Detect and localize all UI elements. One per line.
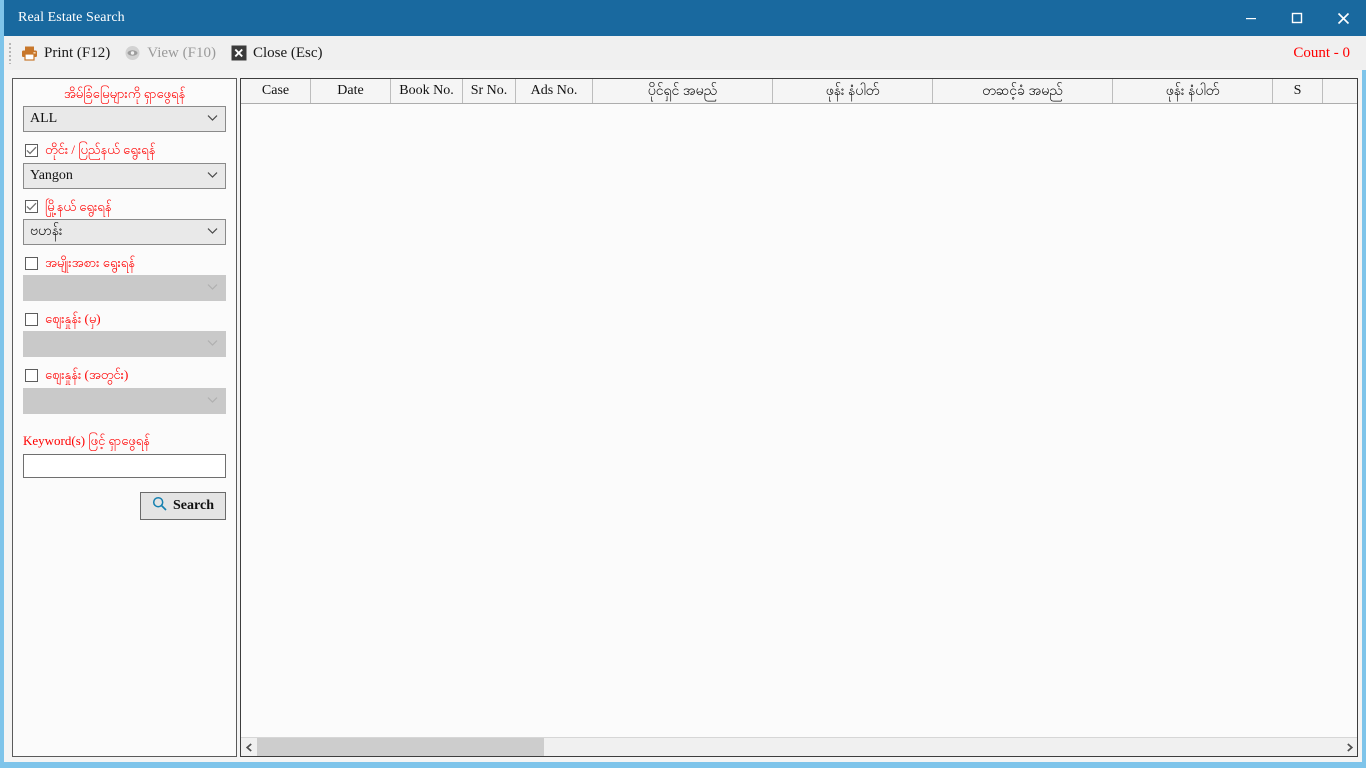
scrollbar-thumb[interactable] [257, 738, 544, 756]
category-checkbox-label: အမျိုးအစား ရွေးရန် [45, 254, 135, 270]
township-checkbox[interactable] [25, 200, 38, 214]
chevron-down-icon [207, 111, 218, 127]
chevron-down-icon [207, 168, 218, 184]
main-body: အိမ်ခြံမြေများကို ရှာဖွေရန် ALL တိုင်း /… [4, 70, 1362, 762]
maximize-icon [1291, 12, 1303, 24]
chevron-down-icon [207, 280, 218, 296]
result-count: Count - 0 [1293, 44, 1350, 61]
category-combo [23, 275, 226, 302]
close-x-icon [230, 45, 247, 61]
keyword-label: Keyword(s) ဖြင့် ရှာဖွေရန် [23, 432, 150, 448]
price-within-checkbox[interactable] [25, 369, 38, 383]
scroll-right-arrow[interactable] [1341, 738, 1357, 756]
close-toolbar-label: Close (Esc) [252, 44, 323, 61]
township-checkbox-label: မြို့နယ် ရွေးရန် [45, 198, 112, 214]
minimize-icon [1246, 18, 1256, 20]
search-button-label: Search [173, 498, 214, 514]
search-row: Search [23, 492, 226, 521]
print-button-label: Print (F12) [44, 44, 111, 61]
keyword-input[interactable] [23, 454, 226, 479]
toolbar: Print (F12) View (F10) Close (Esc) Count… [4, 36, 1366, 70]
chevron-down-icon [207, 393, 218, 409]
region-checkbox[interactable] [25, 143, 38, 157]
window-title: Real Estate Search [18, 10, 125, 25]
results-grid: Case Date Book No. Sr No. Ads No. ပိုင်ရှင် အ… [240, 78, 1358, 757]
grid-header-cell[interactable]: ဖုန်း နံပါတ် [1113, 79, 1273, 103]
grid-header-cell[interactable]: Ads No. [516, 79, 593, 103]
chevron-right-icon [1346, 742, 1353, 752]
panel-title: အိမ်ခြံမြေများကို ရှာဖွေရန် [63, 86, 186, 101]
region-combo[interactable]: Yangon [23, 162, 226, 189]
close-toolbar-button[interactable]: Close (Esc) [224, 43, 331, 64]
scroll-left-arrow[interactable] [241, 738, 257, 756]
minimize-button[interactable] [1228, 0, 1274, 36]
price-within-checkbox-label: ဈေးနှုန်း (အတွင်း) [45, 367, 129, 383]
category-checkbox[interactable] [25, 256, 38, 270]
grid-header-cell[interactable]: Book No. [391, 79, 463, 103]
magnifier-icon [152, 496, 167, 516]
print-button[interactable]: Print (F12) [15, 43, 118, 64]
price-within-combo [23, 387, 226, 414]
toolbar-grip[interactable] [7, 42, 15, 64]
property-type-combo[interactable]: ALL [23, 106, 226, 133]
grid-header-cell[interactable]: Date [311, 79, 391, 103]
application-window: Real Estate Search Print (F12) View (F10… [0, 0, 1366, 768]
chevron-down-icon [207, 224, 218, 240]
title-bar: Real Estate Search [4, 0, 1366, 36]
township-combo[interactable]: ဗဟန်း [23, 218, 226, 245]
township-checkbox-row[interactable]: မြို့နယ် ရွေးရန် [25, 198, 226, 214]
grid-header-cell[interactable]: တဆင့်ခံ အမည် [933, 79, 1113, 103]
maximize-button[interactable] [1274, 0, 1320, 36]
search-button[interactable]: Search [140, 492, 226, 521]
township-value: ဗဟန်း [30, 224, 63, 240]
view-button[interactable]: View (F10) [118, 43, 224, 64]
grid-header-cell[interactable]: S [1273, 79, 1323, 103]
grid-header-row: Case Date Book No. Sr No. Ads No. ပိုင်ရှင် အ… [241, 79, 1357, 104]
grid-header-cell[interactable]: Sr No. [463, 79, 516, 103]
grid-header-cell[interactable]: ဖုန်း နံပါတ် [773, 79, 933, 103]
checkmark-icon [26, 146, 37, 155]
printer-icon [21, 45, 38, 61]
keyword-block: Keyword(s) ဖြင့် ရှာဖွေရန် [23, 432, 226, 479]
view-button-label: View (F10) [147, 44, 216, 61]
region-checkbox-label: တိုင်း / ပြည်နယ် ရွေးရန် [45, 142, 156, 158]
close-icon [1337, 12, 1349, 24]
grid-body[interactable] [241, 104, 1357, 737]
price-from-checkbox-label: ဈေးနှုန်း (မှ) [45, 311, 101, 327]
scrollbar-track[interactable] [257, 738, 1341, 756]
eye-icon [124, 45, 141, 61]
property-type-value: ALL [30, 111, 58, 127]
horizontal-scrollbar[interactable] [241, 737, 1357, 756]
search-filter-panel: အိမ်ခြံမြေများကို ရှာဖွေရန် ALL တိုင်း /… [12, 78, 237, 757]
grid-header-cell[interactable]: Case [241, 79, 311, 103]
region-checkbox-row[interactable]: တိုင်း / ပြည်နယ် ရွေးရန် [25, 142, 226, 158]
price-from-combo [23, 331, 226, 358]
chevron-down-icon [207, 336, 218, 352]
close-button[interactable] [1320, 0, 1366, 36]
region-value: Yangon [30, 167, 73, 183]
price-within-checkbox-row[interactable]: ဈေးနှုန်း (အတွင်း) [25, 368, 226, 382]
price-from-checkbox-row[interactable]: ဈေးနှုန်း (မှ) [25, 311, 226, 327]
window-controls [1228, 0, 1366, 36]
checkmark-icon [26, 202, 37, 211]
category-checkbox-row[interactable]: အမျိုးအစား ရွေးရန် [25, 254, 226, 270]
price-from-checkbox[interactable] [25, 312, 38, 326]
grid-header-cell[interactable]: ပိုင်ရှင် အမည် [593, 79, 773, 103]
chevron-left-icon [245, 742, 252, 752]
